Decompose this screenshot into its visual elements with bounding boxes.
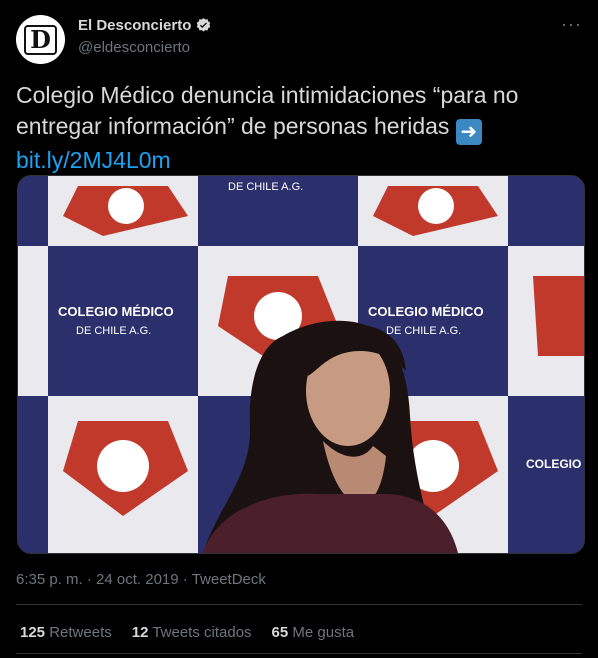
meta-separator: · [182,571,188,588]
backdrop-text-3: COLEGIO MÉDICO [368,304,484,319]
tweet-source[interactable]: TweetDeck [192,571,266,588]
tweet-photo[interactable]: COLEGIO MÉDICO DE CHILE A.G. COLEGIO MÉD… [17,175,585,554]
likes-count: 65 [271,624,289,641]
tweet-meta: 6:35 p. m. · 24 oct. 2019 · TweetDeck [16,571,266,588]
backdrop-text-6: DE CHILE A.G. [228,181,303,193]
engagement-stats: 125 Retweets 12 Tweets citados 65 Me gus… [20,624,354,641]
backdrop-text-1: COLEGIO MÉDICO [58,304,174,319]
retweets-stat[interactable]: 125 Retweets [20,624,112,641]
quote-tweets-count: 12 [131,624,149,641]
divider [16,653,582,654]
backdrop-text-2: DE CHILE A.G. [76,325,151,337]
author-name-row: El Desconcierto [78,17,212,34]
verified-badge-icon [197,18,211,32]
meta-separator: · [86,571,92,588]
retweets-count: 125 [20,624,46,641]
right-arrow-icon: ➜ [455,119,482,145]
backdrop-text-4: DE CHILE A.G. [386,325,461,337]
logo-icon: D [24,24,57,55]
quote-tweets-label: Tweets citados [152,624,252,641]
likes-stat[interactable]: 65 Me gusta [272,624,355,641]
backdrop-text-5: COLEGIO [526,457,581,471]
divider [16,604,582,605]
tweet-body: Colegio Médico denuncia intimidaciones “… [16,82,519,139]
tweet-text: Colegio Médico denuncia intimidaciones “… [16,80,582,176]
tweet-time[interactable]: 6:35 p. m. [16,571,83,588]
tweet-card: D El Desconcierto @eldesconcierto ··· Co… [0,0,598,658]
retweets-label: Retweets [49,624,112,641]
more-options-icon[interactable]: ··· [561,14,582,35]
quote-tweets-stat[interactable]: 12 Tweets citados [132,624,252,641]
avatar[interactable]: D [16,15,65,64]
tweet-link[interactable]: bit.ly/2MJ4L0m [16,145,582,176]
likes-label: Me gusta [292,624,355,641]
photo-illustration: COLEGIO MÉDICO DE CHILE A.G. COLEGIO MÉD… [18,176,584,553]
user-handle[interactable]: @eldesconcierto [78,39,190,56]
display-name[interactable]: El Desconcierto [78,17,191,34]
tweet-date[interactable]: 24 oct. 2019 [96,571,179,588]
